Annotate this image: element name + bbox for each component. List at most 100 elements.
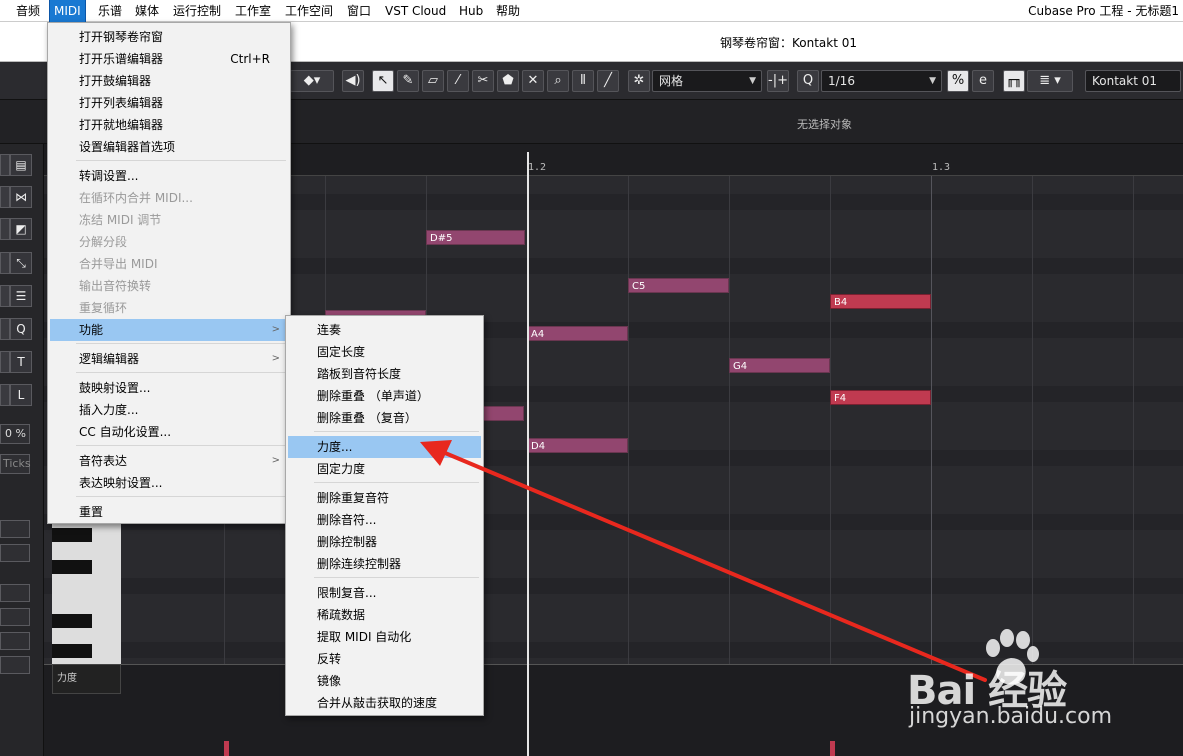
menu-item-thin-out-data[interactable]: 稀疏数据 <box>288 604 481 626</box>
lp-tab[interactable] <box>0 154 10 176</box>
black-key[interactable] <box>52 528 92 542</box>
menu-item-fixed-velocity[interactable]: 固定力度 <box>288 458 481 480</box>
lp-tab[interactable] <box>0 252 10 274</box>
menu-item-freeze-midi-modifiers[interactable]: 冻结 MIDI 调节 <box>50 209 288 231</box>
solo-edit-button[interactable]: ◆▾ <box>290 70 334 92</box>
lp-tab[interactable] <box>0 186 10 208</box>
window-layout-icon[interactable]: ▤ <box>10 154 32 176</box>
lp-tab[interactable] <box>0 285 10 307</box>
q-icon[interactable]: Q <box>10 318 32 340</box>
midi-note[interactable]: D#5 <box>426 230 525 245</box>
piano-keyboard[interactable] <box>52 524 121 664</box>
menu-item-bounce-midi[interactable]: 合并导出 MIDI <box>50 253 288 275</box>
menu-item-cc-automation-setup[interactable]: CC 自动化设置... <box>50 421 288 443</box>
grid-type-select[interactable]: 网格 ▼ <box>652 70 762 92</box>
black-key[interactable] <box>52 614 92 628</box>
pencil-tool-icon[interactable]: ✎ <box>397 70 419 92</box>
menu-item-delete-doubles[interactable]: 删除重复音符 <box>288 487 481 509</box>
midi-note[interactable]: C5 <box>628 278 729 293</box>
menu-item-delete-continuous-controllers[interactable]: 删除连续控制器 <box>288 553 481 575</box>
iterative-quantize-icon[interactable]: % <box>947 70 969 92</box>
velocity-lane-label[interactable]: 力度 <box>52 664 121 694</box>
menu-item-insert-velocities[interactable]: 插入力度... <box>50 399 288 421</box>
menu-item-restrict-polyphony[interactable]: 限制复音... <box>288 582 481 604</box>
black-key[interactable] <box>52 560 92 574</box>
menu-media[interactable]: 媒体 <box>131 0 163 22</box>
menu-item-logical-editor[interactable]: 逻辑编辑器 > <box>50 348 288 370</box>
diagonal-icon[interactable]: ◩ <box>10 218 32 240</box>
snap-mode-icon[interactable]: -|+ <box>767 70 789 92</box>
menu-item-delete-overlaps-mono[interactable]: 删除重叠 （单声道） <box>288 385 481 407</box>
menu-midi[interactable]: MIDI <box>49 0 86 23</box>
menu-item-open-in-place-editor[interactable]: 打开就地编辑器 <box>50 114 288 136</box>
menu-item-velocity[interactable]: 力度... <box>288 436 481 458</box>
velocity-bar[interactable] <box>830 741 835 756</box>
menu-item-note-expression[interactable]: 音符表达 > <box>50 450 288 472</box>
lp-slot[interactable] <box>0 608 30 626</box>
quantize-icon[interactable]: Q <box>797 70 819 92</box>
length-quantize-icon[interactable]: e <box>972 70 994 92</box>
midi-note[interactable]: B4 <box>830 294 931 309</box>
layers-icon[interactable]: ≣ ▾ <box>1027 70 1073 92</box>
lp-tab[interactable] <box>0 318 10 340</box>
split-tool-icon[interactable]: ✂ <box>472 70 494 92</box>
menu-workspaces[interactable]: 工作空间 <box>281 0 337 22</box>
menu-item-reverse[interactable]: 反转 <box>288 648 481 670</box>
menu-item-merge-midi-in-loop[interactable]: 在循环内合并 MIDI... <box>50 187 288 209</box>
menu-score[interactable]: 乐谱 <box>94 0 126 22</box>
zoom-tool-icon[interactable]: ⌕ <box>547 70 569 92</box>
snap-toggle-icon[interactable]: ✲ <box>628 70 650 92</box>
line-tool-icon[interactable]: ╱ <box>597 70 619 92</box>
bowtie-icon[interactable]: ⋈ <box>10 186 32 208</box>
velocity-lane[interactable] <box>44 664 1183 756</box>
black-key[interactable] <box>52 644 92 658</box>
menu-item-legato[interactable]: 连奏 <box>288 319 481 341</box>
menu-window[interactable]: 窗口 <box>343 0 375 22</box>
draw-tool-icon[interactable]: ⫴ <box>572 70 594 92</box>
quantize-select[interactable]: 1/16 ▼ <box>821 70 942 92</box>
menu-item-drum-map-setup[interactable]: 鼓映射设置... <box>50 377 288 399</box>
project-cursor[interactable] <box>527 152 529 756</box>
t-icon[interactable]: T <box>10 351 32 373</box>
menu-item-extract-midi-automation[interactable]: 提取 MIDI 自动化 <box>288 626 481 648</box>
menu-item-editor-preferences[interactable]: 设置编辑器首选项 <box>50 136 288 158</box>
midi-note[interactable]: G4 <box>729 358 830 373</box>
trim-tool-icon[interactable]: ⁄ <box>447 70 469 92</box>
l-icon[interactable]: L <box>10 384 32 406</box>
menu-item-delete-controllers[interactable]: 删除控制器 <box>288 531 481 553</box>
midi-note[interactable]: A4 <box>527 326 628 341</box>
lp-slot[interactable] <box>0 632 30 650</box>
menu-item-pedals-to-note-length[interactable]: 踏板到音符长度 <box>288 363 481 385</box>
menu-item-open-list-editor[interactable]: 打开列表编辑器 <box>50 92 288 114</box>
lp-slot[interactable] <box>0 656 30 674</box>
menu-hub[interactable]: Hub <box>455 0 487 22</box>
menu-item-o-note-conversion[interactable]: 输出音符换转 <box>50 275 288 297</box>
menu-transport[interactable]: 运行控制 <box>169 0 225 22</box>
menu-help[interactable]: 帮助 <box>492 0 524 22</box>
menu-item-repeat-loop[interactable]: 重复循环 <box>50 297 288 319</box>
lp-slot[interactable] <box>0 544 30 562</box>
chord-icon[interactable]: ╓╖ <box>1003 70 1025 92</box>
menu-item-delete-overlaps-poly[interactable]: 删除重叠 （复音） <box>288 407 481 429</box>
menu-vst-cloud[interactable]: VST Cloud <box>381 0 450 22</box>
menu-studio[interactable]: 工作室 <box>231 0 275 22</box>
midi-note[interactable]: F4 <box>830 390 931 405</box>
menu-item-dissolve-part[interactable]: 分解分段 <box>50 231 288 253</box>
ticks-field[interactable]: Ticks <box>0 454 31 474</box>
lp-slot[interactable] <box>0 520 30 538</box>
menu-item-expression-map-setup[interactable]: 表达映射设置... <box>50 472 288 494</box>
mute-tool-icon[interactable]: ✕ <box>522 70 544 92</box>
menu-item-merge-tempo-from-tapping[interactable]: 合并从敲击获取的速度 <box>288 692 481 714</box>
pointer-tool-icon[interactable]: ↖ <box>372 70 394 92</box>
menu-audio[interactable]: 音频 <box>12 0 44 22</box>
menu-item-mirror[interactable]: 镜像 <box>288 670 481 692</box>
instrument-select[interactable]: Kontakt 01 <box>1085 70 1181 92</box>
lp-tab[interactable] <box>0 218 10 240</box>
menu-item-fixed-lengths[interactable]: 固定长度 <box>288 341 481 363</box>
curve-icon[interactable]: ⤡ <box>10 252 32 274</box>
eraser-tool-icon[interactable]: ▱ <box>422 70 444 92</box>
lp-tab[interactable] <box>0 384 10 406</box>
lp-slot[interactable] <box>0 584 30 602</box>
menu-item-open-score-editor[interactable]: 打开乐谱编辑器 Ctrl+R <box>50 48 288 70</box>
menu-item-open-drum-editor[interactable]: 打开鼓编辑器 <box>50 70 288 92</box>
